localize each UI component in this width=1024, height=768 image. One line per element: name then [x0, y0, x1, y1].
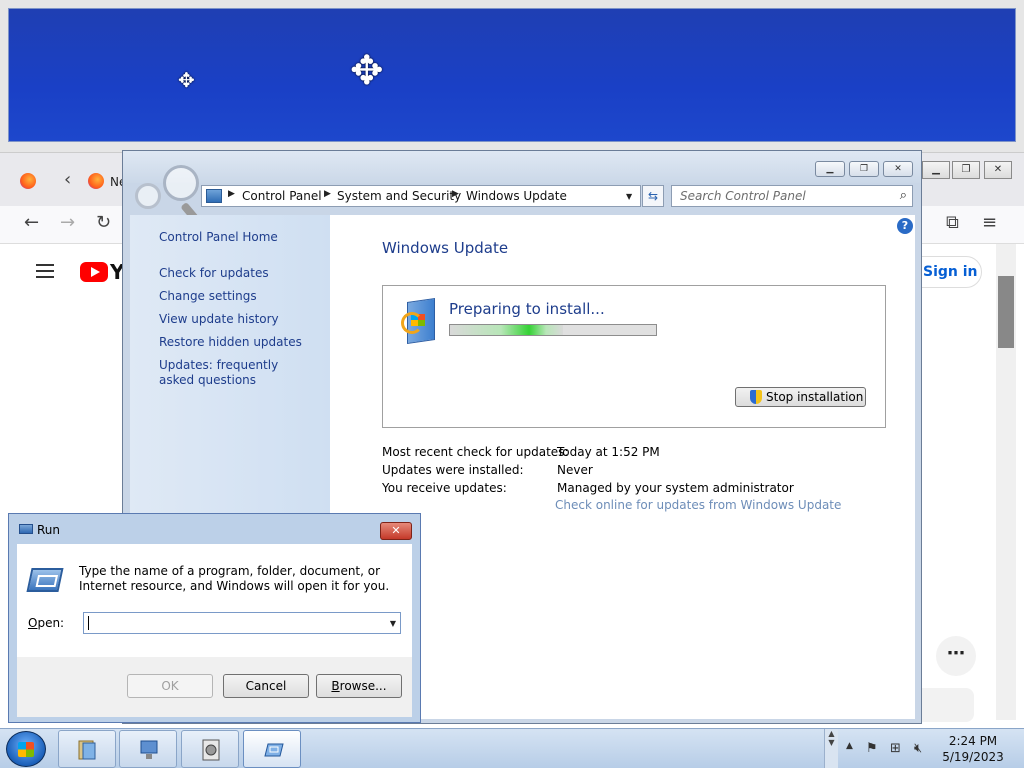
- browser-restore-button[interactable]: ❐: [952, 161, 980, 179]
- extensions-icon[interactable]: ⧉: [946, 212, 959, 233]
- sidebar-updates-faq[interactable]: Updates: frequently asked questions: [159, 358, 309, 388]
- address-dropdown-icon[interactable]: ▼: [626, 192, 632, 201]
- run-description: Type the name of a program, folder, docu…: [79, 564, 390, 593]
- breadcrumb-separator-icon: ▶: [452, 189, 459, 199]
- breadcrumb-separator-icon: ▶: [228, 189, 235, 199]
- run-icon: [264, 743, 284, 757]
- cp-minimize-button[interactable]: ▁: [815, 161, 845, 177]
- system-app-icon: [202, 739, 220, 761]
- breadcrumb-windows-update[interactable]: Windows Update: [466, 189, 567, 203]
- run-dialog-title: Run: [37, 523, 61, 537]
- taskbar-network-button[interactable]: [119, 730, 177, 768]
- sidebar-restore-hidden-updates[interactable]: Restore hidden updates: [159, 335, 319, 350]
- sidebar-control-panel-home[interactable]: Control Panel Home: [159, 230, 319, 245]
- open-label: Open:: [28, 616, 64, 630]
- youtube-logo-icon[interactable]: [80, 262, 108, 282]
- open-label-rest: pen:: [37, 616, 65, 630]
- cancel-button[interactable]: Cancel: [223, 674, 309, 698]
- ok-button[interactable]: OK: [127, 674, 213, 698]
- info-value-installed: Never: [557, 463, 593, 477]
- control-panel-icon: [206, 189, 222, 203]
- tray-scroll[interactable]: ▲ ▼: [824, 729, 838, 768]
- stop-installation-button[interactable]: Stop installation: [735, 387, 866, 407]
- info-label-installed: Updates were installed:: [382, 463, 524, 477]
- open-input[interactable]: ▼: [83, 612, 401, 634]
- run-dialog-footer: OK Cancel Browse...: [17, 657, 412, 717]
- moving-window[interactable]: ✥ ✥: [0, 0, 1024, 152]
- browser-minimize-button[interactable]: ▁: [922, 161, 950, 179]
- update-status-text: Preparing to install...: [449, 300, 605, 318]
- info-value-receive: Managed by your system administrator: [557, 481, 794, 495]
- open-dropdown-icon[interactable]: ▼: [390, 619, 396, 628]
- sidebar-view-update-history[interactable]: View update history: [159, 312, 319, 327]
- library-icon: [78, 740, 96, 760]
- run-program-icon: [26, 568, 64, 592]
- clock-time: 2:24 PM: [948, 734, 998, 748]
- browser-scrollbar[interactable]: [996, 244, 1016, 720]
- cp-titlebar[interactable]: [123, 151, 921, 183]
- breadcrumb-system-security[interactable]: System and Security: [337, 189, 461, 203]
- refresh-icon[interactable]: ⇆: [642, 185, 664, 207]
- cp-restore-button[interactable]: ❐: [849, 161, 879, 177]
- info-label-recent-check: Most recent check for updates:: [382, 445, 569, 459]
- moving-window-body[interactable]: [8, 8, 1016, 142]
- tab-scroll-left-icon[interactable]: ‹: [64, 169, 71, 190]
- breadcrumb-control-panel[interactable]: Control Panel: [242, 189, 322, 203]
- page-title: Windows Update: [382, 239, 509, 257]
- breadcrumb-separator-icon: ▶: [324, 189, 331, 199]
- taskbar-run-button[interactable]: [243, 730, 301, 768]
- search-icon[interactable]: ⌕: [900, 188, 907, 203]
- windows-logo-icon: [18, 742, 34, 757]
- browse-key: B: [331, 679, 340, 693]
- cp-close-button[interactable]: ✕: [883, 161, 913, 177]
- taskbar-explorer-button[interactable]: [58, 730, 116, 768]
- run-dialog: Run ✕ Type the name of a program, folder…: [8, 513, 421, 723]
- update-status-panel: Preparing to install... Stop installatio…: [382, 285, 886, 428]
- network-icon: [140, 740, 158, 759]
- uac-shield-icon: [750, 390, 762, 404]
- start-button[interactable]: [6, 731, 46, 767]
- search-placeholder: Search Control Panel: [680, 189, 806, 203]
- run-dialog-body: Type the name of a program, folder, docu…: [17, 544, 412, 657]
- tab-favicon: [88, 173, 104, 189]
- firefox-icon[interactable]: [20, 173, 36, 189]
- browser-close-button[interactable]: ✕: [984, 161, 1012, 179]
- show-hidden-icons-icon[interactable]: ▲: [846, 741, 853, 751]
- action-center-icon[interactable]: ⚑: [866, 741, 878, 756]
- scrollbar-thumb[interactable]: [998, 276, 1014, 348]
- info-value-recent-check: Today at 1:52 PM: [557, 445, 660, 459]
- sidebar-check-for-updates[interactable]: Check for updates: [159, 266, 319, 281]
- check-online-link[interactable]: Check online for updates from Windows Up…: [555, 498, 841, 512]
- taskbar: ▲ ▼ ▲ ⚑ ⊞ 🔇︎ 2:24 PM 5/19/2023: [0, 728, 1024, 768]
- stop-installation-label: Stop installation: [766, 390, 864, 404]
- progress-fill: [450, 325, 564, 335]
- install-progress-bar: [449, 324, 657, 336]
- browse-rest: rowse...: [339, 679, 387, 693]
- sidebar-change-settings[interactable]: Change settings: [159, 289, 319, 304]
- move-cursor-icon: ✥: [178, 68, 195, 92]
- move-cursor-large-icon: ✥: [350, 48, 384, 94]
- more-options-icon[interactable]: ⋯: [936, 636, 976, 676]
- browse-button[interactable]: Browse...: [316, 674, 402, 698]
- taskbar-app-button[interactable]: [181, 730, 239, 768]
- menu-icon[interactable]: ≡: [982, 212, 997, 233]
- info-label-receive: You receive updates:: [382, 481, 507, 495]
- reload-icon[interactable]: ↻: [96, 212, 111, 233]
- address-bar[interactable]: ▶ Control Panel ▶ System and Security ▶ …: [201, 185, 641, 207]
- network-tray-icon[interactable]: ⊞: [890, 741, 901, 756]
- back-icon[interactable]: ←: [24, 212, 39, 233]
- windows-update-icon: [401, 298, 437, 344]
- search-input[interactable]: Search Control Panel ⌕: [671, 185, 913, 207]
- run-close-button[interactable]: ✕: [380, 522, 412, 540]
- forward-icon[interactable]: →: [60, 212, 75, 233]
- run-title-icon: [19, 524, 33, 534]
- taskbar-clock[interactable]: 2:24 PM 5/19/2023: [940, 733, 1006, 765]
- youtube-menu-icon[interactable]: [36, 264, 54, 282]
- text-caret: [88, 616, 89, 630]
- clock-date: 5/19/2023: [942, 750, 1004, 764]
- volume-muted-icon[interactable]: 🔇︎: [914, 741, 922, 756]
